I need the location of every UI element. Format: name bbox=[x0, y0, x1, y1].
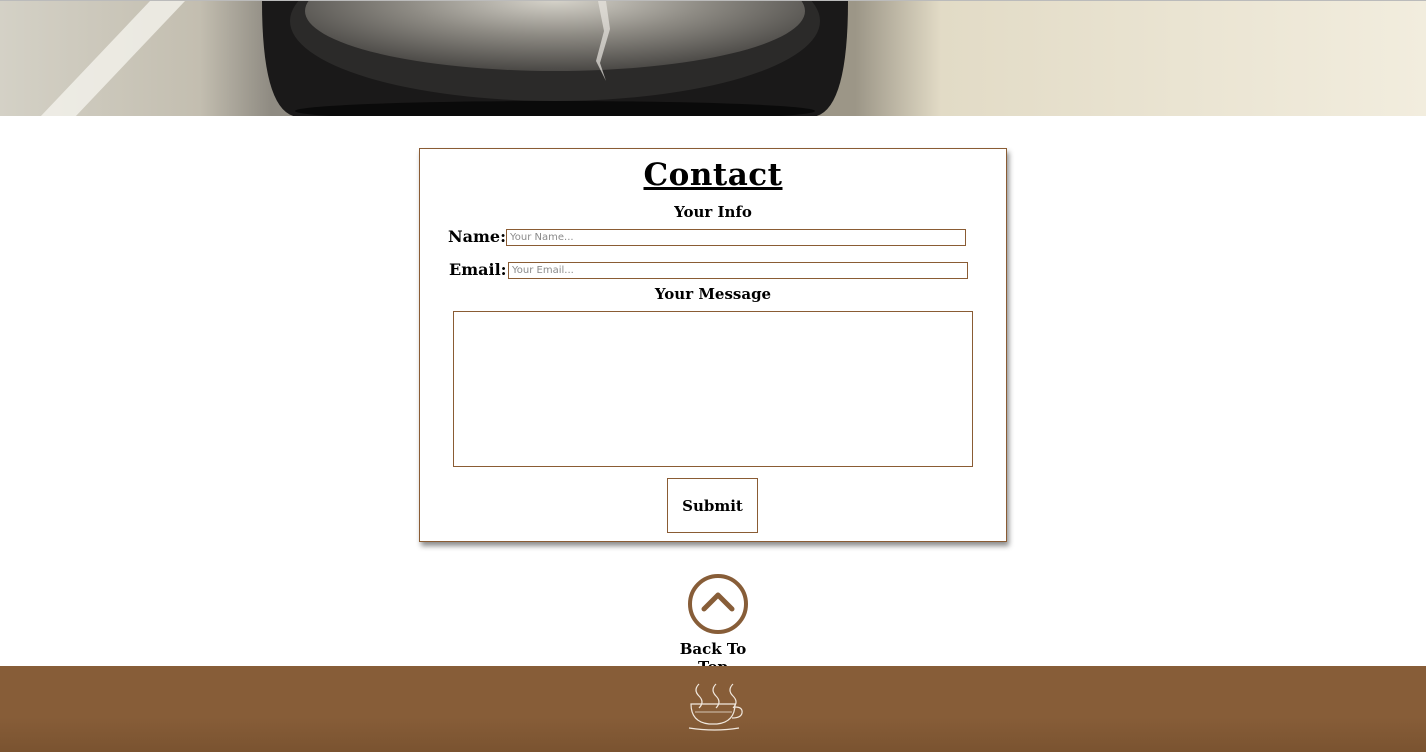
name-input[interactable] bbox=[506, 229, 966, 246]
email-label: Email: bbox=[449, 260, 507, 279]
back-to-top-link[interactable]: Back To Top bbox=[663, 573, 763, 676]
name-label: Name: bbox=[448, 227, 507, 246]
contact-form-card: Contact Your Info Name: Email: Your Mess… bbox=[419, 148, 1007, 542]
coffee-cup-photo bbox=[0, 1, 1426, 116]
chevron-up-circle-icon bbox=[688, 574, 748, 634]
contact-title: Contact bbox=[643, 157, 783, 193]
your-info-heading: Your Info bbox=[674, 203, 752, 221]
submit-button[interactable]: Submit bbox=[667, 478, 758, 533]
email-input[interactable] bbox=[508, 262, 968, 279]
footer bbox=[0, 666, 1426, 752]
message-textarea[interactable] bbox=[453, 311, 973, 467]
your-message-heading: Your Message bbox=[654, 285, 772, 303]
steaming-coffee-cup-icon bbox=[688, 683, 743, 731]
hero-banner-image bbox=[0, 0, 1426, 116]
